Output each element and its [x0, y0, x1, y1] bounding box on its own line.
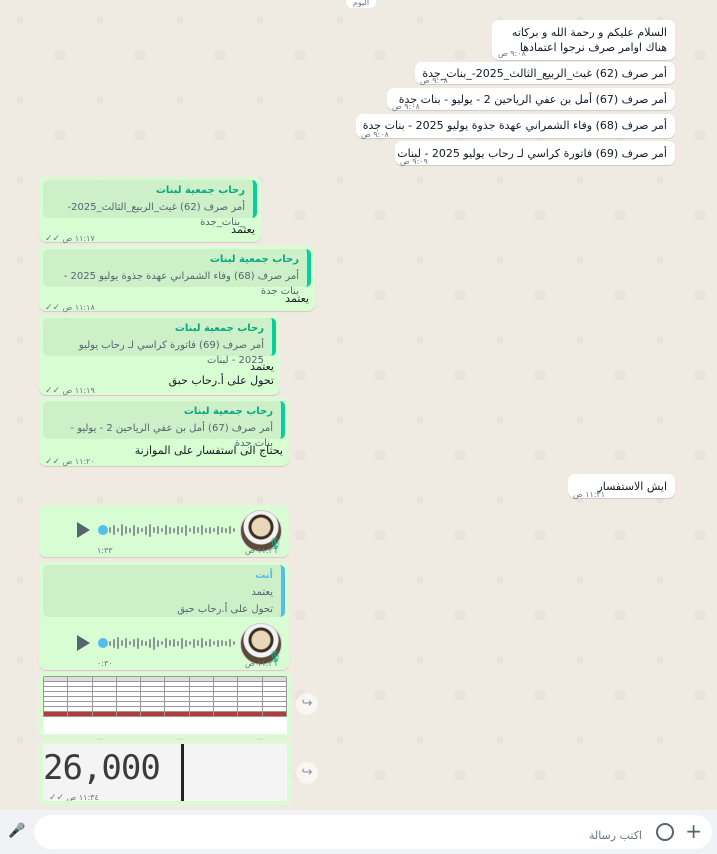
incoming-message[interactable]: أمر صرف (69) فاتورة كراسي لـ رحاب يوليو …	[395, 141, 675, 166]
play-icon[interactable]	[77, 635, 90, 651]
message-text: أمر صرف (62) غيث_الربيع_الثالث_2025-_بنا…	[422, 67, 667, 80]
read-ticks-icon: ✓✓	[45, 457, 63, 467]
waveform[interactable]	[109, 521, 235, 539]
quote-author: أنت	[255, 570, 273, 581]
message-time: ٩:٠٨ ص	[392, 102, 420, 111]
message-time: ١١:٢١ ص	[573, 490, 606, 499]
message-time: ٩:٠٨ ص	[498, 49, 526, 58]
message-time: ٩:٠٨ ص	[420, 76, 448, 85]
message-text: أمر صرف (67) أمل بن عفي الرياحين 2 - يول…	[398, 93, 667, 106]
message-time: ✓✓ ١١:٢٠ ص	[45, 457, 95, 467]
message-placeholder: اكتب رسالة	[588, 829, 642, 842]
message-time: ٩:٠٩ ص	[400, 157, 428, 166]
quote-text: يعتمد	[251, 587, 273, 598]
message-time: ✓✓ ١١:١٩ ص	[45, 386, 95, 396]
read-ticks-icon: ✓✓	[45, 234, 63, 244]
message-text: السلام عليكم و رحمة الله و بركاته	[511, 26, 667, 39]
mic-icon[interactable]: 🎤	[8, 823, 25, 841]
incoming-message[interactable]: أمر صرف (62) غيث_الربيع_الثالث_2025-_بنا…	[415, 62, 675, 85]
playhead-dot[interactable]	[98, 638, 108, 648]
read-ticks-icon: ✓✓	[49, 726, 67, 736]
message-time: ✓✓ ١١:١٧ ص	[45, 234, 95, 244]
incoming-message[interactable]: أمر صرف (67) أمل بن عفي الرياحين 2 - يول…	[387, 88, 675, 111]
read-ticks-icon: ✓✓	[45, 386, 63, 396]
message-text: أمر صرف (68) وفاء الشمراني عهدة جذوة يول…	[362, 119, 667, 132]
chat-area[interactable]: اليوم السلام عليكم و رحمة الله و بركاته …	[0, 0, 717, 810]
message-time: ✓✓ ١١:٣٤ ص	[49, 793, 99, 803]
incoming-message[interactable]: السلام عليكم و رحمة الله و بركاته هناك ا…	[492, 20, 675, 60]
message-time: ✓✓ ١١:٣٤ ص	[49, 726, 99, 736]
quoted-message[interactable]: رحاب جمعية لبنات أمر صرف (62) غيث_الربيع…	[43, 180, 257, 228]
quote-author: رحاب جمعية لبنات	[209, 254, 299, 265]
plus-icon[interactable]: +	[685, 819, 702, 843]
quote-text: أمر صرف (69) فاتورة كراسي لـ رحاب يوليو …	[78, 340, 264, 366]
composer-bar: 🎤 اكتب رسالة +	[0, 810, 717, 854]
zoomed-number: 26,000	[43, 748, 161, 788]
incoming-message[interactable]: ايش الاستفسار ١١:٢١ ص	[568, 474, 675, 499]
waveform[interactable]	[109, 634, 235, 652]
message-time: ✓✓ ١١:١٨ ص	[45, 303, 95, 313]
message-time: ١١:٢٦ ص	[245, 546, 278, 555]
forward-icon[interactable]: ↪	[296, 762, 318, 784]
message-text: أمر صرف (69) فاتورة كراسي لـ رحاب يوليو …	[397, 147, 667, 160]
read-ticks-icon: ✓✓	[49, 793, 67, 803]
quoted-message[interactable]: رحاب جمعية لبنات أمر صرف (67) أمل بن عفي…	[43, 401, 285, 449]
message-text: يعتمد	[285, 292, 309, 305]
date-chip: اليوم	[346, 0, 376, 8]
message-input[interactable]: اكتب رسالة +	[34, 815, 712, 849]
forward-icon[interactable]: ↪	[296, 693, 318, 715]
outgoing-message[interactable]: رحاب جمعية لبنات أمر صرف (67) أمل بن عفي…	[39, 398, 289, 467]
outgoing-message[interactable]: رحاب جمعية لبنات أمر صرف (62) غيث_الربيع…	[39, 177, 261, 244]
quote-author: رحاب جمعية لبنات	[174, 323, 264, 334]
play-icon[interactable]	[77, 522, 90, 538]
divider-line	[181, 744, 184, 801]
message-time: ١١:٢٦ ص	[245, 659, 278, 668]
image-message[interactable]: ✓✓ ١١:٣٤ ص	[39, 672, 291, 738]
quote-author: رحاب جمعية لبنات	[155, 185, 245, 196]
message-text: ايش الاستفسار	[597, 480, 667, 493]
outgoing-message[interactable]: رحاب جمعية لبنات أمر صرف (69) فاتورة كرا…	[39, 315, 280, 396]
quoted-message[interactable]: رحاب جمعية لبنات أمر صرف (69) فاتورة كرا…	[43, 318, 276, 366]
message-text: يعتمد	[231, 223, 255, 236]
quote-text: تحول على أ.رحاب حبق	[177, 604, 273, 615]
quote-text: أمر صرف (62) غيث_الربيع_الثالث_2025-_بنا…	[67, 202, 245, 228]
read-ticks-icon: ✓✓	[45, 303, 63, 313]
voice-message[interactable]: أنت يعتمد تحول على أ.رحاب حبق ٠:٣٠ 🎙 ١١:…	[39, 562, 289, 670]
message-text: يحتاج الى استفسار على الموازنة	[134, 444, 283, 457]
image-message[interactable]: 26,000 ✓✓ ١١:٣٤ ص	[39, 740, 291, 805]
message-text: يعتمد	[250, 360, 274, 373]
quoted-message[interactable]: رحاب جمعية لبنات أمر صرف (68) وفاء الشمر…	[43, 249, 311, 297]
outgoing-message[interactable]: رحاب جمعية لبنات أمر صرف (68) وفاء الشمر…	[39, 246, 315, 313]
emoji-icon[interactable]	[656, 823, 674, 841]
voice-duration: ١:٣٣	[97, 546, 113, 555]
quote-author: رحاب جمعية لبنات	[183, 406, 273, 417]
quote-text: أمر صرف (68) وفاء الشمراني عهدة جذوة يول…	[63, 271, 299, 297]
spreadsheet-image	[43, 676, 287, 717]
message-time: ٩:٠٨ ص	[361, 130, 389, 139]
playhead-dot[interactable]	[98, 525, 108, 535]
message-text: تحول على أ.رحاب حبق	[168, 374, 274, 387]
message-text: هناك اوامر صرف نرجوا اعتمادها	[519, 41, 667, 54]
voice-duration: ٠:٣٠	[97, 659, 113, 668]
incoming-message[interactable]: أمر صرف (68) وفاء الشمراني عهدة جذوة يول…	[356, 114, 675, 139]
voice-message[interactable]: ١:٣٣ 🎙 ١١:٢٦ ص	[39, 505, 289, 557]
quoted-message[interactable]: أنت يعتمد تحول على أ.رحاب حبق	[43, 565, 285, 617]
